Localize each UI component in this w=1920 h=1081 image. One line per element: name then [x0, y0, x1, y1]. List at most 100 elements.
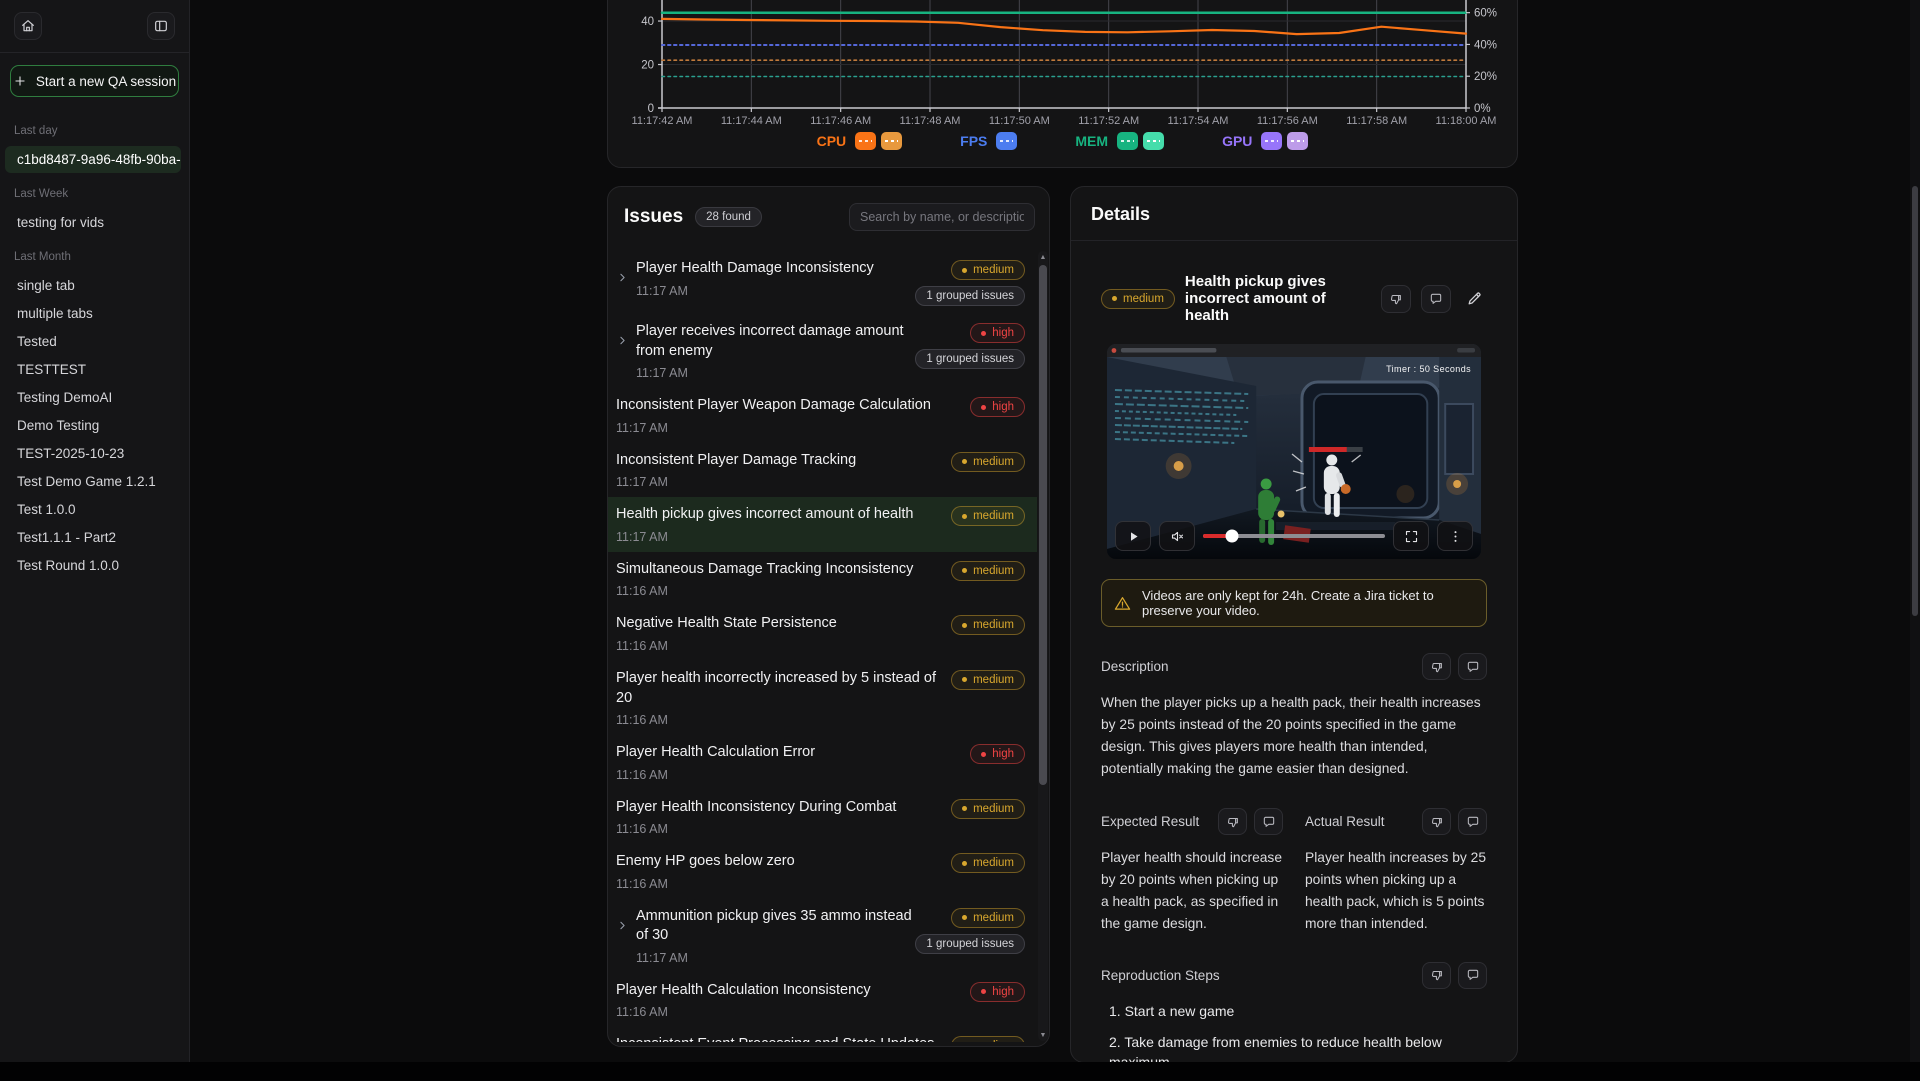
- video-progress-knob[interactable]: [1226, 530, 1239, 543]
- issues-scrollbar-thumb[interactable]: [1039, 265, 1047, 785]
- warning-text: Videos are only kept for 24h. Create a J…: [1142, 588, 1474, 618]
- detail-severity-badge: medium: [1101, 289, 1175, 309]
- page-scrollbar-thumb[interactable]: [1912, 186, 1918, 616]
- severity-badge: medium: [951, 1036, 1025, 1042]
- sidebar-session-item[interactable]: TESTTEST: [5, 356, 181, 383]
- edit-title-button[interactable]: [1461, 285, 1487, 313]
- video-play-button[interactable]: [1115, 521, 1151, 551]
- issues-header: Issues 28 found: [608, 187, 1049, 241]
- sidebar-session-item[interactable]: Tested: [5, 328, 181, 355]
- reproduction-step: 1. Start a new game: [1101, 1001, 1487, 1021]
- legend-toggle-mem[interactable]: MEM: [1075, 132, 1164, 150]
- sidebar-session-item[interactable]: c1bd8487-9a96-48fb-90ba-d...: [5, 146, 181, 173]
- video-fullscreen-button[interactable]: [1393, 521, 1429, 551]
- sidebar-session-item[interactable]: TEST-2025-10-23: [5, 440, 181, 467]
- sidebar-session-item[interactable]: Test 1.0.0: [5, 496, 181, 523]
- bug-video-player[interactable]: Timer : 50 Seconds: [1107, 344, 1481, 559]
- video-more-button[interactable]: [1437, 521, 1473, 551]
- issue-row[interactable]: Simultaneous Damage Tracking Inconsisten…: [608, 552, 1037, 607]
- severity-badge: medium: [951, 260, 1025, 280]
- details-panel: Details medium Health pickup gives incor…: [1070, 186, 1518, 1063]
- issue-row[interactable]: Inconsistent Player Damage Tracking11:17…: [608, 443, 1037, 498]
- new-qa-session-button[interactable]: Start a new QA session: [10, 65, 179, 97]
- sidebar-panel-icon: [153, 18, 169, 34]
- description-thumbs-down-button[interactable]: [1422, 653, 1451, 680]
- sidebar-toggle-button[interactable]: [147, 12, 175, 40]
- issue-row[interactable]: Ammunition pickup gives 35 ammo instead …: [608, 899, 1037, 973]
- issue-time: 11:16 AM: [616, 713, 951, 727]
- home-button[interactable]: [14, 12, 42, 40]
- issues-list: Player Health Damage Inconsistency11:17 …: [608, 251, 1037, 1042]
- title-comment-button[interactable]: [1421, 285, 1451, 313]
- steps-comment-button[interactable]: [1458, 962, 1487, 989]
- issue-row[interactable]: Negative Health State Persistence11:16 A…: [608, 606, 1037, 661]
- video-timer-label: Timer : 50 Seconds: [1386, 364, 1471, 374]
- issue-row[interactable]: Player receives incorrect damage amount …: [608, 314, 1037, 388]
- app-screen: Start a new QA session Last dayc1bd8487-…: [0, 0, 1920, 1081]
- sidebar-divider: [0, 52, 189, 53]
- severity-badge: medium: [951, 506, 1025, 526]
- chevron-right-icon[interactable]: [616, 907, 636, 937]
- steps-thumbs-down-button[interactable]: [1422, 962, 1451, 989]
- issue-row[interactable]: Inconsistent Event Processing and State …: [608, 1027, 1037, 1042]
- legend-swatch[interactable]: [881, 132, 902, 150]
- issue-row[interactable]: Player Health Inconsistency During Comba…: [608, 790, 1037, 845]
- svg-text:11:17:52 AM: 11:17:52 AM: [1078, 115, 1139, 127]
- actual-comment-button[interactable]: [1458, 808, 1487, 835]
- legend-swatch[interactable]: [855, 132, 876, 150]
- scroll-up-arrow-icon[interactable]: ▲: [1038, 252, 1048, 262]
- issue-row[interactable]: Player Health Calculation Error11:16 AMh…: [608, 735, 1037, 790]
- legend-swatch[interactable]: [996, 132, 1017, 150]
- expected-result-label: Expected Result: [1101, 814, 1218, 829]
- legend-label: MEM: [1075, 133, 1108, 149]
- svg-text:11:17:54 AM: 11:17:54 AM: [1168, 115, 1229, 127]
- video-mute-button[interactable]: [1159, 521, 1195, 551]
- title-thumbs-down-button[interactable]: [1381, 285, 1411, 313]
- sidebar-session-item[interactable]: Test Round 1.0.0: [5, 552, 181, 579]
- issue-row[interactable]: Inconsistent Player Weapon Damage Calcul…: [608, 388, 1037, 443]
- sidebar-session-item[interactable]: multiple tabs: [5, 300, 181, 327]
- expected-thumbs-down-button[interactable]: [1218, 808, 1247, 835]
- expected-comment-button[interactable]: [1254, 808, 1283, 835]
- legend-toggle-cpu[interactable]: CPU: [817, 132, 903, 150]
- svg-text:11:17:58 AM: 11:17:58 AM: [1346, 115, 1407, 127]
- description-text: When the player picks up a health pack, …: [1101, 692, 1487, 780]
- svg-text:11:17:50 AM: 11:17:50 AM: [989, 115, 1050, 127]
- video-progress-bar[interactable]: [1203, 534, 1385, 538]
- legend-toggle-gpu[interactable]: GPU: [1222, 132, 1308, 150]
- issue-time: 11:17 AM: [636, 366, 915, 380]
- page-scrollbar: [1910, 0, 1920, 1062]
- reproduction-steps-label: Reproduction Steps: [1101, 968, 1422, 983]
- issue-title: Negative Health State Persistence: [616, 614, 951, 634]
- issue-row[interactable]: Player Health Damage Inconsistency11:17 …: [608, 251, 1037, 314]
- issue-row[interactable]: Player health incorrectly increased by 5…: [608, 661, 1037, 735]
- sidebar-session-item[interactable]: Demo Testing: [5, 412, 181, 439]
- issue-row[interactable]: Player Health Calculation Inconsistency1…: [608, 973, 1037, 1028]
- legend-label: CPU: [817, 133, 847, 149]
- sidebar-session-item[interactable]: single tab: [5, 272, 181, 299]
- comment-icon: [1466, 660, 1480, 674]
- legend-swatch[interactable]: [1143, 132, 1164, 150]
- issues-search-input[interactable]: [849, 203, 1035, 231]
- issue-title: Player Health Calculation Error: [616, 743, 970, 763]
- sidebar-section-label: Last day: [0, 111, 189, 145]
- sidebar-session-item[interactable]: Testing DemoAI: [5, 384, 181, 411]
- actual-thumbs-down-button[interactable]: [1422, 808, 1451, 835]
- issue-title: Inconsistent Event Processing and State …: [616, 1035, 951, 1042]
- description-comment-button[interactable]: [1458, 653, 1487, 680]
- issue-title: Inconsistent Player Damage Tracking: [616, 451, 951, 471]
- sidebar-session-item[interactable]: Test1.1.1 - Part2: [5, 524, 181, 551]
- scroll-down-arrow-icon[interactable]: ▼: [1038, 1030, 1048, 1040]
- legend-toggle-fps[interactable]: FPS: [960, 132, 1017, 150]
- svg-text:60%: 60%: [1474, 8, 1497, 20]
- issue-time: 11:16 AM: [616, 1005, 970, 1019]
- legend-swatch[interactable]: [1287, 132, 1308, 150]
- chevron-right-icon[interactable]: [616, 259, 636, 289]
- issue-row[interactable]: Health pickup gives incorrect amount of …: [608, 497, 1037, 552]
- chevron-right-icon[interactable]: [616, 322, 636, 352]
- legend-swatch[interactable]: [1117, 132, 1138, 150]
- legend-swatch[interactable]: [1261, 132, 1282, 150]
- issue-row[interactable]: Enemy HP goes below zero11:16 AMmedium: [608, 844, 1037, 899]
- sidebar-session-item[interactable]: Test Demo Game 1.2.1: [5, 468, 181, 495]
- sidebar-session-item[interactable]: testing for vids: [5, 209, 181, 236]
